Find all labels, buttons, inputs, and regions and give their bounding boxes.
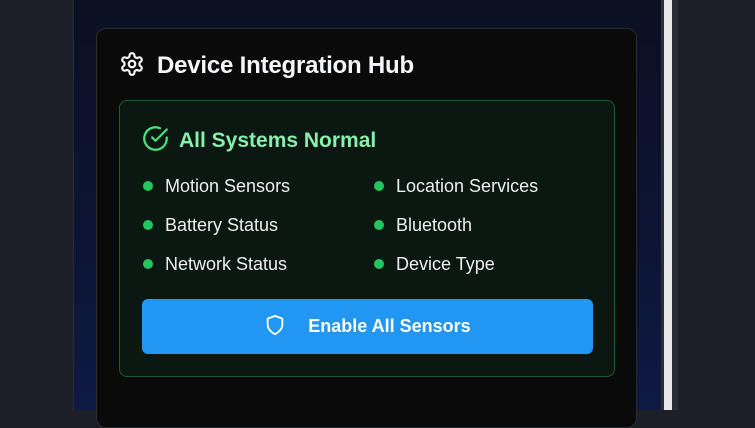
status-dot — [143, 259, 153, 269]
sensor-item-device-type: Device Type — [374, 253, 603, 275]
enable-button-label: Enable All Sensors — [308, 316, 471, 336]
status-text: All Systems Normal — [179, 129, 377, 152]
status-header: All Systems Normal — [142, 125, 376, 157]
enable-all-sensors-button[interactable]: Enable All Sensors — [142, 299, 593, 354]
sensor-item-network-status: Network Status — [143, 253, 374, 275]
sensor-label: Battery Status — [165, 214, 279, 235]
scrollbar-thumb[interactable] — [664, 0, 672, 410]
status-dot — [374, 181, 384, 191]
sensor-item-location-services: Location Services — [374, 175, 603, 197]
sensor-label: Motion Sensors — [165, 175, 291, 196]
card-title: Device Integration Hub — [157, 52, 414, 79]
system-status-panel: All Systems Normal Motion Sensors Locati… — [119, 100, 615, 377]
check-circle-icon — [142, 125, 169, 157]
sensor-label: Device Type — [396, 253, 495, 274]
card-header: Device Integration Hub — [119, 51, 414, 81]
sensor-item-motion-sensors: Motion Sensors — [143, 175, 374, 197]
sensor-label: Network Status — [165, 253, 288, 274]
gear-icon — [119, 51, 145, 82]
sensor-label: Bluetooth — [396, 214, 473, 235]
sensor-item-battery-status: Battery Status — [143, 214, 374, 236]
sensor-label: Location Services — [396, 175, 539, 196]
sensor-item-bluetooth: Bluetooth — [374, 214, 603, 236]
status-dot — [143, 181, 153, 191]
status-dot — [374, 259, 384, 269]
shield-icon — [264, 314, 286, 339]
status-dot — [374, 220, 384, 230]
scrollbar[interactable] — [661, 0, 678, 410]
status-dot — [143, 220, 153, 230]
sensor-list: Motion Sensors Location Services Battery… — [143, 175, 603, 275]
device-integration-hub-card: Device Integration Hub All Systems Norma… — [96, 28, 637, 428]
